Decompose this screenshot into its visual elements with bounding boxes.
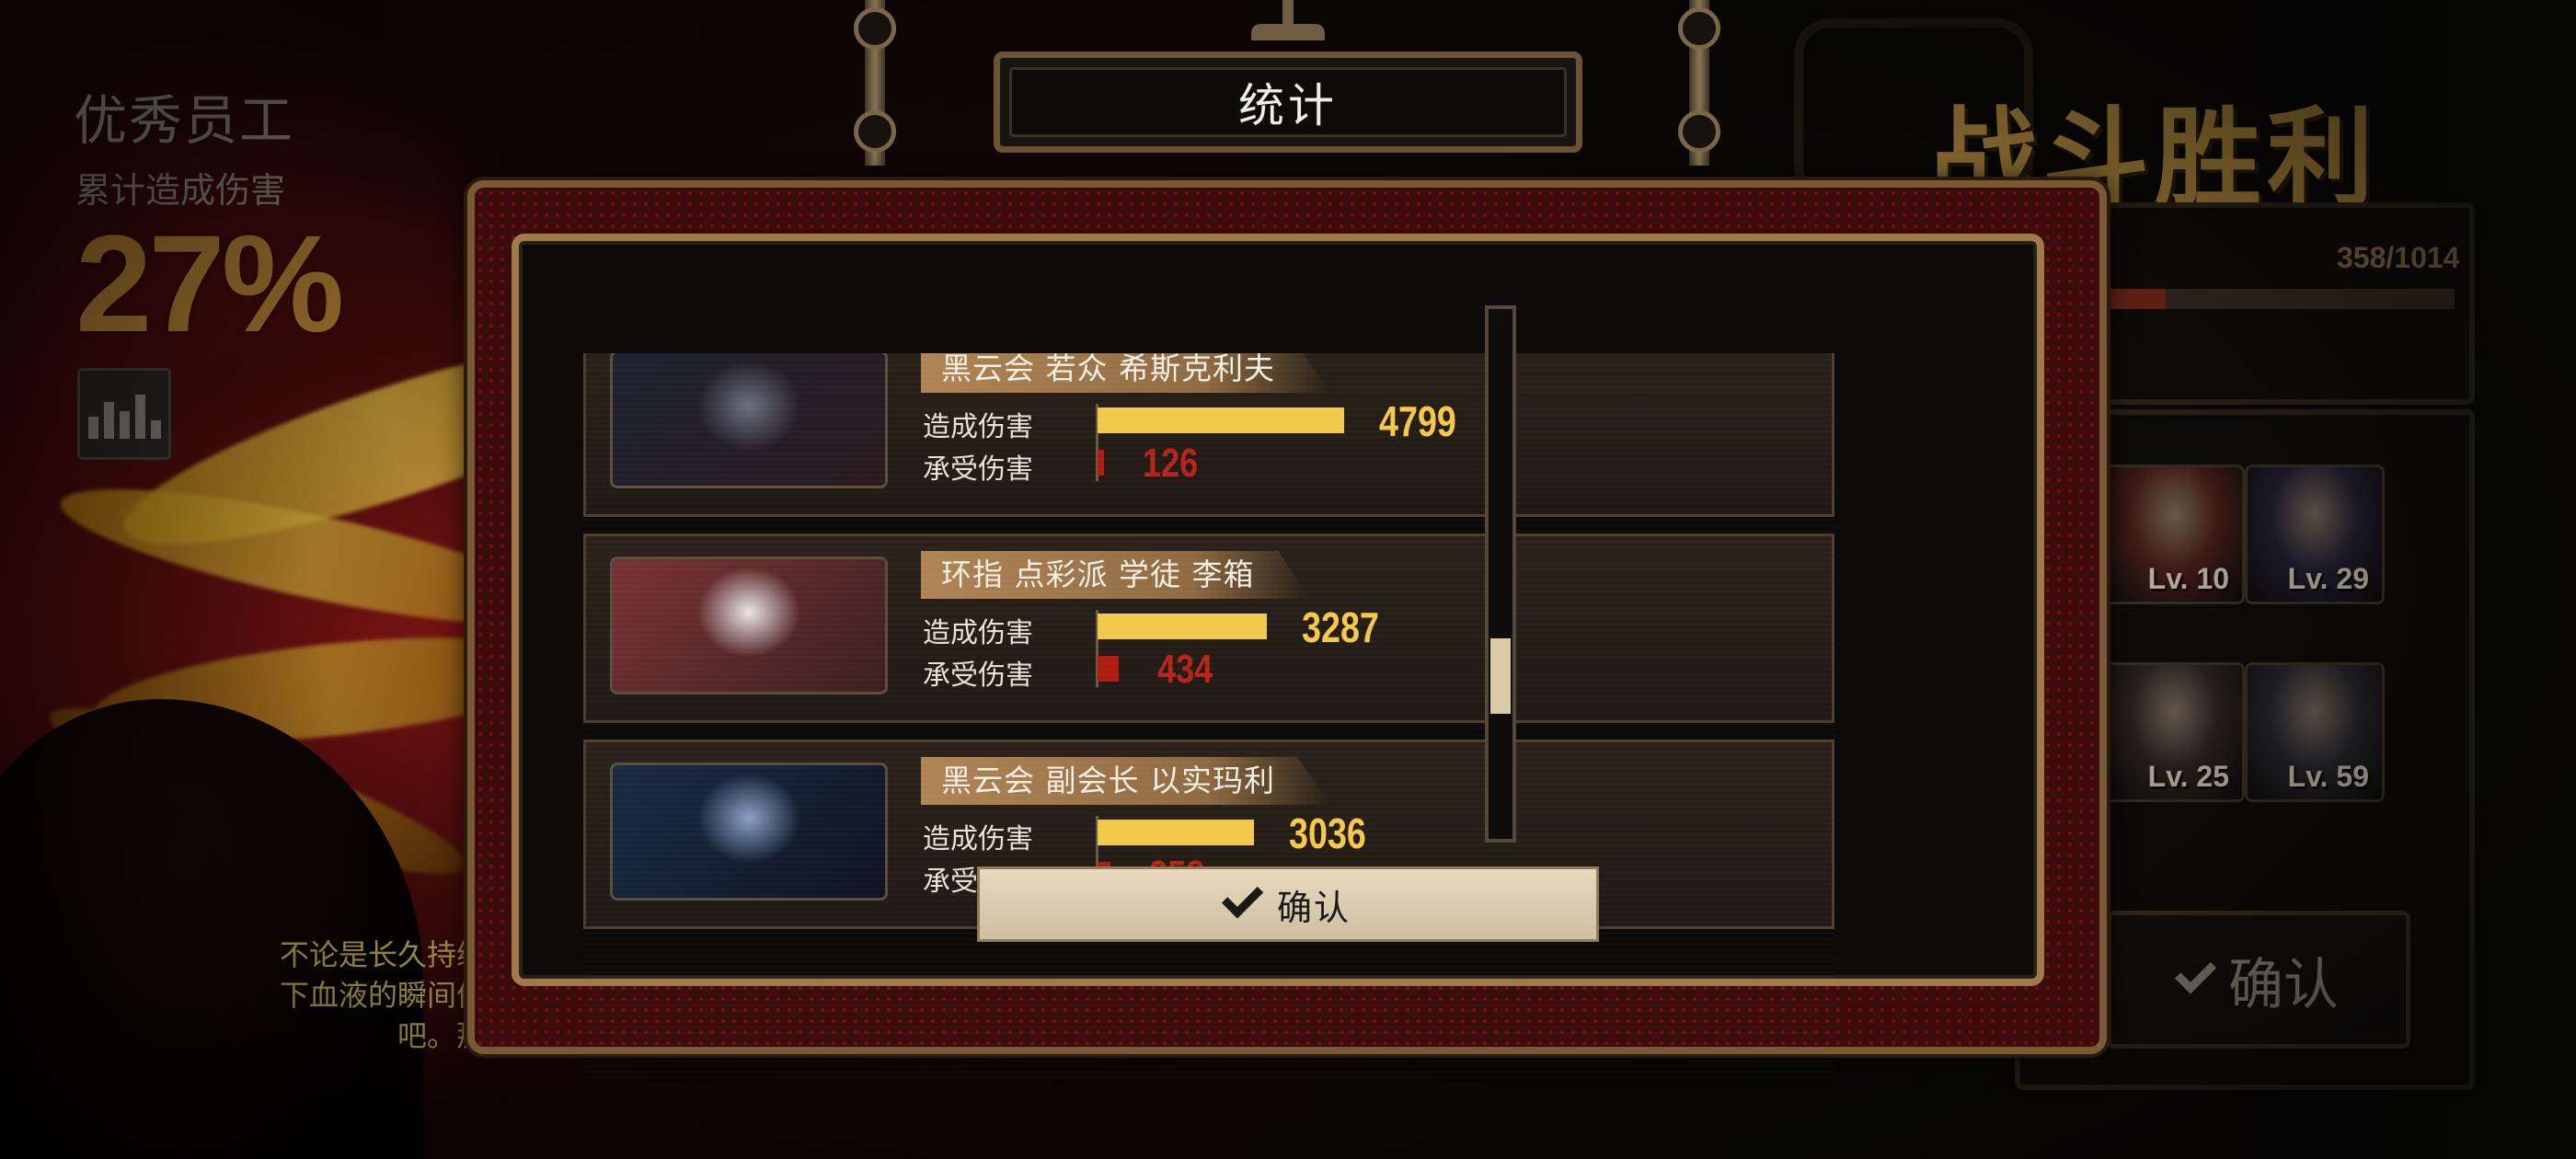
damage-dealt-label: 造成伤害 [923,617,1033,649]
party-portrait[interactable]: Lv. 10 [2105,465,2245,604]
result-confirm-button[interactable]: 确认 [2107,911,2410,1049]
portrait-art [613,559,885,692]
post-knob [854,7,896,50]
portrait-art [613,353,885,486]
damage-dealt-bar [1098,407,1344,433]
portrait-level: Lv. 25 [2147,760,2229,793]
bar-chart-icon-bar [119,411,130,439]
damage-dealt-value: 3287 [1302,603,1379,651]
bar-chart-icon-bar [103,402,114,439]
character-stat-card: 黑云会 若众 希斯克利夫造成伤害承受伤害 4799 126 [583,353,1834,517]
hanger-bar [1282,0,1294,26]
exp-bar [2107,289,2455,309]
exp-text: 358/1014 [2337,241,2460,274]
dialog-title: 统计 [1009,67,1567,137]
damage-taken-value: 434 [1157,647,1213,692]
damage-taken-bar [1098,656,1119,682]
confirm-button[interactable]: 确认 [977,866,1599,942]
party-portrait[interactable]: Lv. 29 [2245,465,2385,604]
post-knob [1678,7,1720,50]
character-name: 黑云会 副会长 以实玛利 [921,757,1330,805]
mvp-title: 优秀员工 [74,89,295,152]
damage-taken-value: 126 [1143,441,1199,486]
character-name: 环指 点彩派 学徒 李箱 [921,551,1310,599]
check-icon [2174,952,2217,994]
statistics-button[interactable] [77,368,171,460]
damage-list[interactable]: 黑云会 若众 希斯克利夫 造成伤害 承受伤害 4799 126 环指 点彩派 学徒 李箱造… [583,353,1834,1080]
hanger-base [1251,24,1325,40]
damage-dealt-bar [1098,614,1267,639]
post-knob [1678,110,1720,153]
list-scrollbar[interactable] [1485,305,1516,843]
character-quote: 不论是长久持续 下血液的瞬间便 吧。那 [279,937,486,1053]
hanger-icon [1251,0,1325,44]
result-confirm-label: 确认 [2228,952,2339,1017]
character-portrait [610,557,888,694]
mvp-damage-percent: 27% [75,206,344,361]
character-silhouette [0,699,423,1159]
scrollbar-thumb[interactable] [1490,638,1511,714]
damage-dealt-bar [1098,820,1254,845]
damage-taken-bar [1098,450,1104,476]
damage-dealt-value: 3036 [1289,809,1366,857]
portrait-level: Lv. 29 [2287,562,2369,595]
portrait-art [613,765,885,898]
character-stat-card: 环指 点彩派 学徒 李箱造成伤害承受伤害 3287 434 [583,534,1834,723]
portrait-level: Lv. 10 [2147,562,2229,595]
damage-dealt-label: 造成伤害 [923,411,1033,443]
bar-chart-icon-bar [134,395,145,439]
damage-dealt-label: 造成伤害 [923,823,1033,855]
bar-chart-icon-bar [150,420,161,439]
dialog-title-plate: 统计 [994,52,1582,153]
check-icon [1221,877,1264,919]
post-knob [854,110,896,153]
party-portrait[interactable]: Lv. 59 [2245,662,2385,802]
damage-taken-label: 承受伤害 [923,453,1033,486]
bar-chart-icon [87,417,98,439]
portrait-level: Lv. 59 [2287,760,2369,793]
character-portrait [610,353,888,488]
character-portrait [610,763,888,901]
damage-taken-label: 承受伤害 [923,660,1033,692]
confirm-label: 确认 [1276,887,1351,928]
damage-dealt-value: 4799 [1379,397,1456,445]
character-name: 黑云会 若众 希斯克利夫 [921,353,1330,393]
exp-bar-fill [2107,289,2167,309]
party-portrait[interactable]: Lv. 25 [2105,662,2245,802]
